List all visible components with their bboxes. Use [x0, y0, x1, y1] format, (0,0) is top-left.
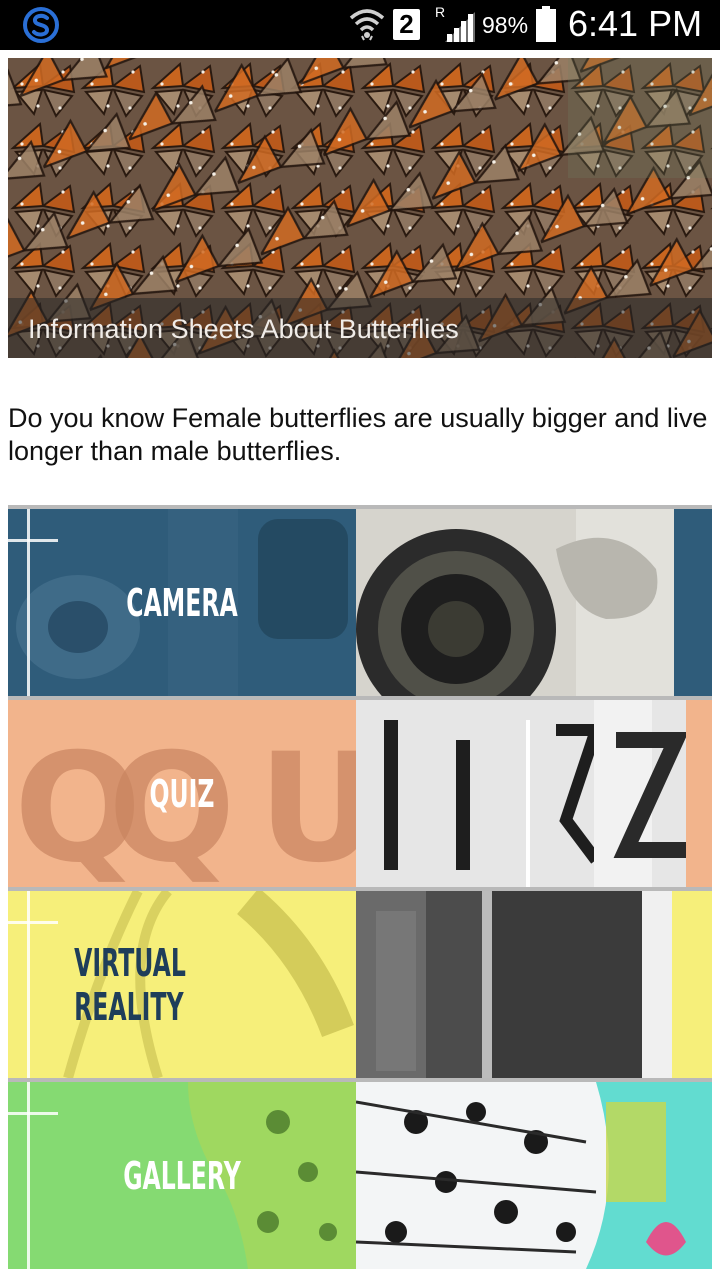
vr-headset-image [356, 891, 712, 1078]
hero-caption: Information Sheets About Butterflies [28, 314, 459, 344]
sim-slot-badge: 2 [393, 9, 420, 40]
menu-tile-label: QUIZ [149, 771, 215, 816]
vr-headset-icon [356, 891, 712, 1078]
tile-frame-line [27, 509, 30, 696]
battery-percentage: 98% [482, 12, 529, 38]
menu-tile-label: GALLERY [123, 1153, 241, 1198]
tile-frame-line [27, 891, 30, 1078]
menu-tile-gallery[interactable]: GALLERY [8, 1078, 712, 1269]
menu-tile-camera[interactable]: CAMERA [8, 505, 712, 696]
tile-frame-line [8, 1112, 58, 1115]
camera-lens-image [356, 509, 712, 696]
menu-tile-label: CAMERA [126, 580, 238, 625]
main-menu: CAMERA Q Q U QUIZ [8, 505, 712, 1269]
camera-lens-icon [356, 509, 712, 696]
quiz-letters-image [356, 700, 712, 887]
wifi-icon [349, 9, 385, 41]
status-clock: 6:41 PM [568, 3, 703, 44]
menu-tile-virtual-reality[interactable]: VIRTUAL REALITY [8, 887, 712, 1078]
status-bar: 2 R 98% 6:41 PM [0, 0, 720, 50]
app-s-icon [23, 7, 59, 43]
butterfly-fact: Do you know Female butterflies are usual… [8, 403, 708, 466]
tile-frame-line [8, 539, 58, 542]
hero-banner[interactable]: Information Sheets About Butterflies [8, 58, 712, 358]
roaming-indicator: R [435, 4, 445, 20]
butterfly-icon [356, 1082, 712, 1269]
tile-frame-line [27, 1082, 30, 1269]
battery-icon [536, 6, 556, 42]
quiz-blocks-icon [356, 700, 712, 887]
menu-tile-quiz[interactable]: Q Q U QUIZ [8, 696, 712, 887]
tile-frame-line [8, 921, 58, 924]
signal-icon: R [435, 4, 475, 42]
menu-tile-label: VIRTUAL REALITY [74, 940, 186, 1029]
gallery-butterfly-image [356, 1082, 712, 1269]
